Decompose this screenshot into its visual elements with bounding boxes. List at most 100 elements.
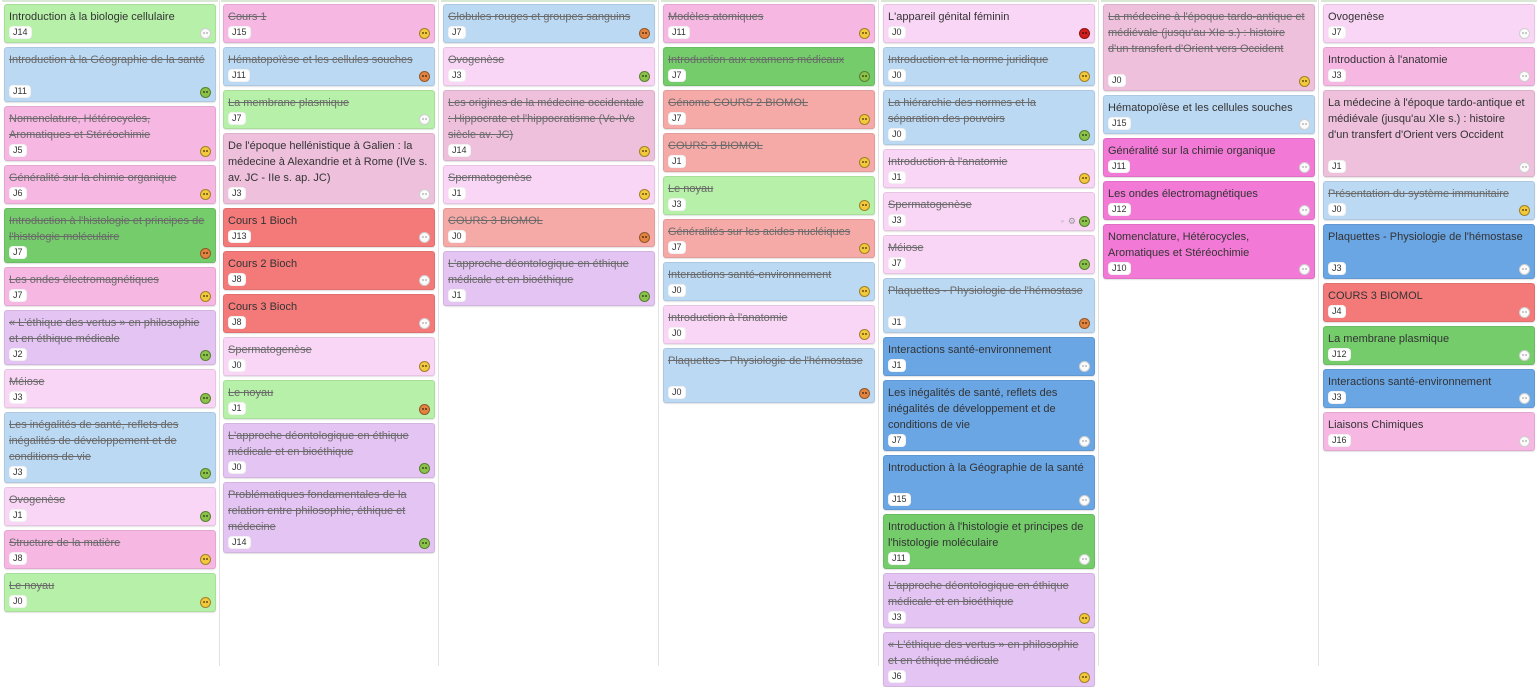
status-face-icon[interactable] xyxy=(200,146,211,157)
task-card[interactable]: Modèles atomiques J11 xyxy=(663,4,875,43)
status-face-icon[interactable] xyxy=(419,232,430,243)
task-card[interactable]: COURS 3 BIOMOL J4 xyxy=(1323,283,1535,322)
status-face-icon[interactable] xyxy=(1519,307,1530,318)
status-face-icon[interactable] xyxy=(200,554,211,565)
status-face-icon[interactable] xyxy=(639,28,650,39)
task-card[interactable]: Introduction à l'anatomie J0 xyxy=(663,305,875,344)
task-card[interactable]: Introduction aux examens médicaux J7 xyxy=(663,47,875,86)
task-card[interactable]: Méiose J3 xyxy=(4,369,216,408)
status-face-icon[interactable] xyxy=(419,275,430,286)
status-face-icon[interactable] xyxy=(200,468,211,479)
task-card[interactable]: Le noyau J3 xyxy=(663,176,875,215)
task-card[interactable]: Introduction à l'anatomie J1 xyxy=(883,149,1095,188)
task-card[interactable]: « L'éthique des vertus » en philosophie … xyxy=(883,632,1095,687)
status-face-icon[interactable] xyxy=(639,291,650,302)
status-face-icon[interactable] xyxy=(639,232,650,243)
task-card[interactable]: L'approche déontologique en éthique médi… xyxy=(443,251,655,306)
status-face-icon[interactable] xyxy=(859,157,870,168)
status-face-icon[interactable] xyxy=(1079,495,1090,506)
status-face-icon[interactable] xyxy=(1299,119,1310,130)
status-face-icon[interactable] xyxy=(1519,264,1530,275)
status-face-icon[interactable] xyxy=(419,189,430,200)
task-card[interactable]: De l'époque hellénistique à Galien : la … xyxy=(223,133,435,204)
status-face-icon[interactable] xyxy=(1079,318,1090,329)
task-card[interactable]: Cours 2 Bioch J8 xyxy=(223,251,435,290)
status-face-icon[interactable] xyxy=(419,28,430,39)
status-face-icon[interactable] xyxy=(1299,205,1310,216)
task-card[interactable]: Les inégalités de santé, reflets des iné… xyxy=(4,412,216,483)
task-card[interactable]: Hématopoïèse et les cellules souches J11 xyxy=(223,47,435,86)
task-card[interactable]: Le noyau J0 xyxy=(4,573,216,612)
status-face-icon[interactable] xyxy=(1079,259,1090,270)
task-card[interactable]: Hématopoïèse et les cellules souches J15 xyxy=(1103,95,1315,134)
status-face-icon[interactable] xyxy=(1079,436,1090,447)
status-face-icon[interactable] xyxy=(639,189,650,200)
task-card[interactable]: Les ondes électromagnétiques J12 xyxy=(1103,181,1315,220)
task-card[interactable]: Nomenclature, Hétérocycles, Aromatiques … xyxy=(4,106,216,161)
task-card[interactable]: Introduction à l'histologie et principes… xyxy=(4,208,216,263)
status-face-icon[interactable] xyxy=(200,248,211,259)
status-face-icon[interactable] xyxy=(419,463,430,474)
task-card[interactable]: Méiose J7 xyxy=(883,235,1095,274)
task-card[interactable]: La médecine à l'époque tardo-antique et … xyxy=(1323,90,1535,177)
status-face-icon[interactable] xyxy=(859,71,870,82)
status-face-icon[interactable] xyxy=(1299,76,1310,87)
task-card[interactable]: L'appareil génital féminin J0 xyxy=(883,4,1095,43)
task-card[interactable]: La membrane plasmique J12 xyxy=(1323,326,1535,365)
status-face-icon[interactable] xyxy=(859,286,870,297)
task-card[interactable]: Introduction à la Géographie de la santé… xyxy=(4,47,216,102)
status-face-icon[interactable] xyxy=(1299,264,1310,275)
attachment-icon[interactable]: ◦ xyxy=(1061,216,1064,227)
task-card[interactable]: Ovogenèse J7 xyxy=(1323,4,1535,43)
status-face-icon[interactable] xyxy=(859,114,870,125)
task-card[interactable]: Cours 3 Bioch J8 xyxy=(223,294,435,333)
task-card[interactable]: Les origines de la médecine occidentale … xyxy=(443,90,655,161)
status-face-icon[interactable] xyxy=(1299,162,1310,173)
status-face-icon[interactable] xyxy=(1519,350,1530,361)
status-face-icon[interactable] xyxy=(859,28,870,39)
task-card[interactable]: Génome COURS 2 BIOMOL J7 xyxy=(663,90,875,129)
task-card[interactable]: Spermatogenèse J1 xyxy=(443,165,655,204)
status-face-icon[interactable] xyxy=(1519,436,1530,447)
status-face-icon[interactable] xyxy=(200,291,211,302)
status-face-icon[interactable] xyxy=(419,318,430,329)
status-face-icon[interactable] xyxy=(1079,613,1090,624)
status-face-icon[interactable] xyxy=(419,114,430,125)
status-face-icon[interactable] xyxy=(1519,71,1530,82)
task-card[interactable]: Présentation du système immunitaire J0 xyxy=(1323,181,1535,220)
status-face-icon[interactable] xyxy=(1079,361,1090,372)
status-face-icon[interactable] xyxy=(859,388,870,399)
status-face-icon[interactable] xyxy=(859,243,870,254)
status-face-icon[interactable] xyxy=(639,146,650,157)
status-face-icon[interactable] xyxy=(419,361,430,372)
task-card[interactable]: Introduction à la Géographie de la santé… xyxy=(883,455,1095,510)
task-card[interactable]: Interactions santé-environnement J0 xyxy=(663,262,875,301)
status-face-icon[interactable] xyxy=(419,71,430,82)
status-face-icon[interactable] xyxy=(1519,162,1530,173)
status-face-icon[interactable] xyxy=(200,393,211,404)
status-face-icon[interactable] xyxy=(419,538,430,549)
task-card[interactable]: Le noyau J1 xyxy=(223,380,435,419)
status-face-icon[interactable] xyxy=(200,597,211,608)
task-card[interactable]: L'approche déontologique en éthique médi… xyxy=(223,423,435,478)
task-card[interactable]: « L'éthique des vertus » en philosophie … xyxy=(4,310,216,365)
task-card[interactable]: Introduction à l'anatomie J3 xyxy=(1323,47,1535,86)
task-card[interactable]: Cours 1 J15 xyxy=(223,4,435,43)
task-card[interactable]: Interactions santé-environnement J1 xyxy=(883,337,1095,376)
status-face-icon[interactable] xyxy=(200,189,211,200)
status-face-icon[interactable] xyxy=(1079,71,1090,82)
status-face-icon[interactable] xyxy=(1079,173,1090,184)
task-card[interactable]: Liaisons Chimiques J16 xyxy=(1323,412,1535,451)
task-card[interactable]: Cours 1 Bioch J13 xyxy=(223,208,435,247)
task-card[interactable]: Généralités sur les acides nucléiques J7 xyxy=(663,219,875,258)
task-card[interactable]: Les ondes électromagnétiques J7 xyxy=(4,267,216,306)
task-card[interactable]: La médecine à l'époque tardo-antique et … xyxy=(1103,4,1315,91)
task-card[interactable]: Interactions santé-environnement J3 xyxy=(1323,369,1535,408)
status-face-icon[interactable] xyxy=(200,511,211,522)
task-card[interactable]: Problématiques fondamentales de la relat… xyxy=(223,482,435,553)
status-face-icon[interactable] xyxy=(200,87,211,98)
task-card[interactable]: Spermatogenèse J0 xyxy=(223,337,435,376)
status-face-icon[interactable] xyxy=(1079,672,1090,683)
status-face-icon[interactable] xyxy=(859,329,870,340)
task-card[interactable]: L'approche déontologique en éthique médi… xyxy=(883,573,1095,628)
